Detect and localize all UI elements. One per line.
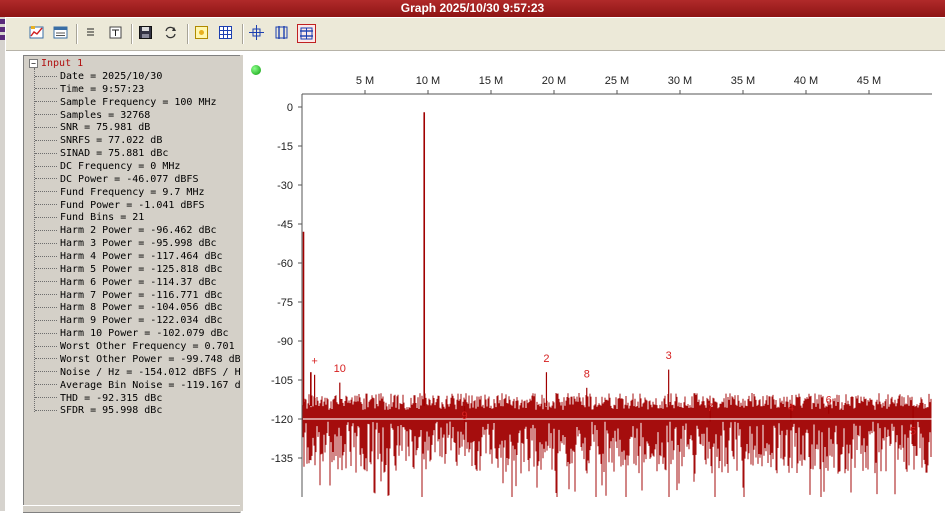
x-cursor-button[interactable]	[273, 24, 292, 43]
save-icon	[139, 26, 152, 39]
toolbar-separator	[76, 24, 78, 44]
tree-item[interactable]: Time = 9:57:23	[35, 83, 144, 96]
y-tick-label: -120	[271, 414, 293, 426]
tree-item[interactable]: Average Bin Noise = -119.167 dBFS	[35, 379, 240, 392]
toolbar-separator	[131, 24, 133, 44]
noise-floor-trace	[302, 393, 932, 497]
results-tree-panel: − Input 1 Date = 2025/10/30 Time = 9:57:23…	[23, 55, 241, 513]
tree-item[interactable]: Fund Frequency = 9.7 MHz	[35, 186, 205, 199]
refresh-button[interactable]	[162, 24, 181, 43]
y-tick-label: -45	[277, 219, 293, 231]
tree-item[interactable]: DC Frequency = 0 MHz	[35, 160, 180, 173]
tree-item[interactable]: Noise / Hz = -154.012 dBFS / Hz	[35, 366, 240, 379]
y-tick-label: -30	[277, 180, 293, 192]
x-tick-label: 5 M	[356, 75, 374, 87]
highlight-icon	[195, 26, 208, 39]
tree-item[interactable]: THD = -92.315 dBc	[35, 392, 162, 405]
tree-item[interactable]: Date = 2025/10/30	[35, 70, 162, 83]
x-tick-label: 30 M	[668, 75, 692, 87]
x-tick-label: 15 M	[479, 75, 503, 87]
x-tick-label: 25 M	[605, 75, 629, 87]
harmonic-marker-label: +	[311, 355, 317, 367]
harmonic-marker-label: 10	[334, 363, 346, 375]
x-tick-label: 10 M	[416, 75, 440, 87]
harmonic-marker-label: 7	[707, 402, 713, 414]
tree-item[interactable]: DC Power = -46.077 dBFS	[35, 173, 198, 186]
tree-item[interactable]: Samples = 32768	[35, 109, 150, 122]
tree-item[interactable]: Harm 2 Power = -96.462 dBc	[35, 224, 217, 237]
y-tick-label: -60	[277, 258, 293, 270]
text-tool-icon	[109, 26, 122, 39]
table-icon	[53, 26, 68, 39]
tree-item[interactable]: Harm 4 Power = -117.464 dBc	[35, 250, 223, 263]
spectrum-plot: 5 M 10 M 15 M 20 M 25 M 30 M 35 M 40 M 45 M 0 -15 -…	[271, 75, 932, 497]
tree-node-input[interactable]: − Input 1	[29, 58, 83, 70]
tree-item[interactable]: SFDR = 95.998 dBc	[35, 404, 162, 417]
y-tick-label: -135	[271, 453, 293, 465]
x-cursor-icon	[275, 26, 288, 39]
y-tick-label: 0	[287, 102, 293, 114]
x-tick-label: 20 M	[542, 75, 566, 87]
refresh-icon	[165, 26, 176, 39]
toolbar	[6, 18, 945, 51]
tree-item[interactable]: Harm 5 Power = -125.818 dBc	[35, 263, 223, 276]
tree-item[interactable]: Sample Frequency = 100 MHz	[35, 96, 217, 109]
y-tick-label: -15	[277, 141, 293, 153]
harmonic-marker-label: 5	[910, 426, 916, 438]
edge-marker-icon	[0, 35, 5, 40]
left-edge-strip	[0, 17, 5, 511]
x-tick-label: 35 M	[731, 75, 755, 87]
tree-item[interactable]: Harm 8 Power = -104.056 dBc	[35, 301, 223, 314]
y-tick-label: -90	[277, 336, 293, 348]
y-tick-label: -105	[271, 375, 293, 387]
save-button[interactable]	[137, 24, 156, 43]
x-tick-label: 45 M	[857, 75, 881, 87]
tree-item[interactable]: Worst Other Power = -99.748 dBFS	[35, 353, 240, 366]
y-tick-label: -75	[277, 297, 293, 309]
zoom-fit-button[interactable]	[248, 24, 267, 43]
tree-item[interactable]: Fund Bins = 21	[35, 211, 144, 224]
tree-item[interactable]: Harm 3 Power = -95.998 dBc	[35, 237, 217, 250]
collapse-icon[interactable]: −	[29, 58, 38, 68]
tree-item[interactable]: Harm 10 Power = -102.079 dBc	[35, 327, 229, 340]
harmonic-marker-label: 8	[584, 368, 590, 380]
table-button[interactable]	[52, 24, 71, 43]
tree-node-label: Input 1	[41, 58, 84, 69]
grid-button[interactable]	[217, 24, 236, 43]
chart-button[interactable]	[28, 24, 47, 43]
highlight-button[interactable]	[193, 24, 212, 43]
edge-marker-icon	[0, 27, 5, 32]
harmonic-marker-label: 3	[666, 350, 672, 362]
list-button[interactable]	[82, 24, 101, 43]
x-tick-label: 40 M	[794, 75, 818, 87]
toolbar-separator	[187, 24, 189, 44]
tree-item[interactable]: Harm 7 Power = -116.771 dBc	[35, 289, 223, 302]
grid-icon	[219, 26, 232, 39]
harmonic-marker-label: 6	[826, 394, 832, 406]
toolbar-separator	[242, 24, 244, 44]
y-cursor-icon	[300, 27, 313, 40]
harmonic-marker-label: 9	[461, 410, 467, 422]
tree-item[interactable]: Harm 9 Power = -122.034 dBc	[35, 314, 223, 327]
tree-item[interactable]: Worst Other Frequency = 0.701 MHz	[35, 340, 240, 353]
tree-item[interactable]: SNRFS = 77.022 dB	[35, 134, 162, 147]
window-title: Graph 2025/10/30 9:57:23	[0, 0, 945, 17]
harmonic-marker-label: 4	[788, 402, 794, 414]
text-tool-button[interactable]	[107, 24, 126, 43]
edge-marker-icon	[0, 19, 5, 24]
tree-item[interactable]: Harm 6 Power = -114.37 dBc	[35, 276, 217, 289]
tree-item[interactable]: SINAD = 75.881 dBc	[35, 147, 168, 160]
spectrum-graph[interactable]: 5 M 10 M 15 M 20 M 25 M 30 M 35 M 40 M 45 M 0 -15 -…	[243, 55, 945, 511]
zoom-fit-icon	[249, 25, 264, 40]
chart-icon	[29, 26, 44, 39]
y-cursor-button[interactable]	[297, 24, 316, 43]
list-icon	[87, 28, 94, 36]
tree-item[interactable]: Fund Power = -1.041 dBFS	[35, 199, 205, 212]
tree-item[interactable]: SNR = 75.981 dB	[35, 121, 150, 134]
harmonic-marker-label: 2	[543, 353, 549, 365]
